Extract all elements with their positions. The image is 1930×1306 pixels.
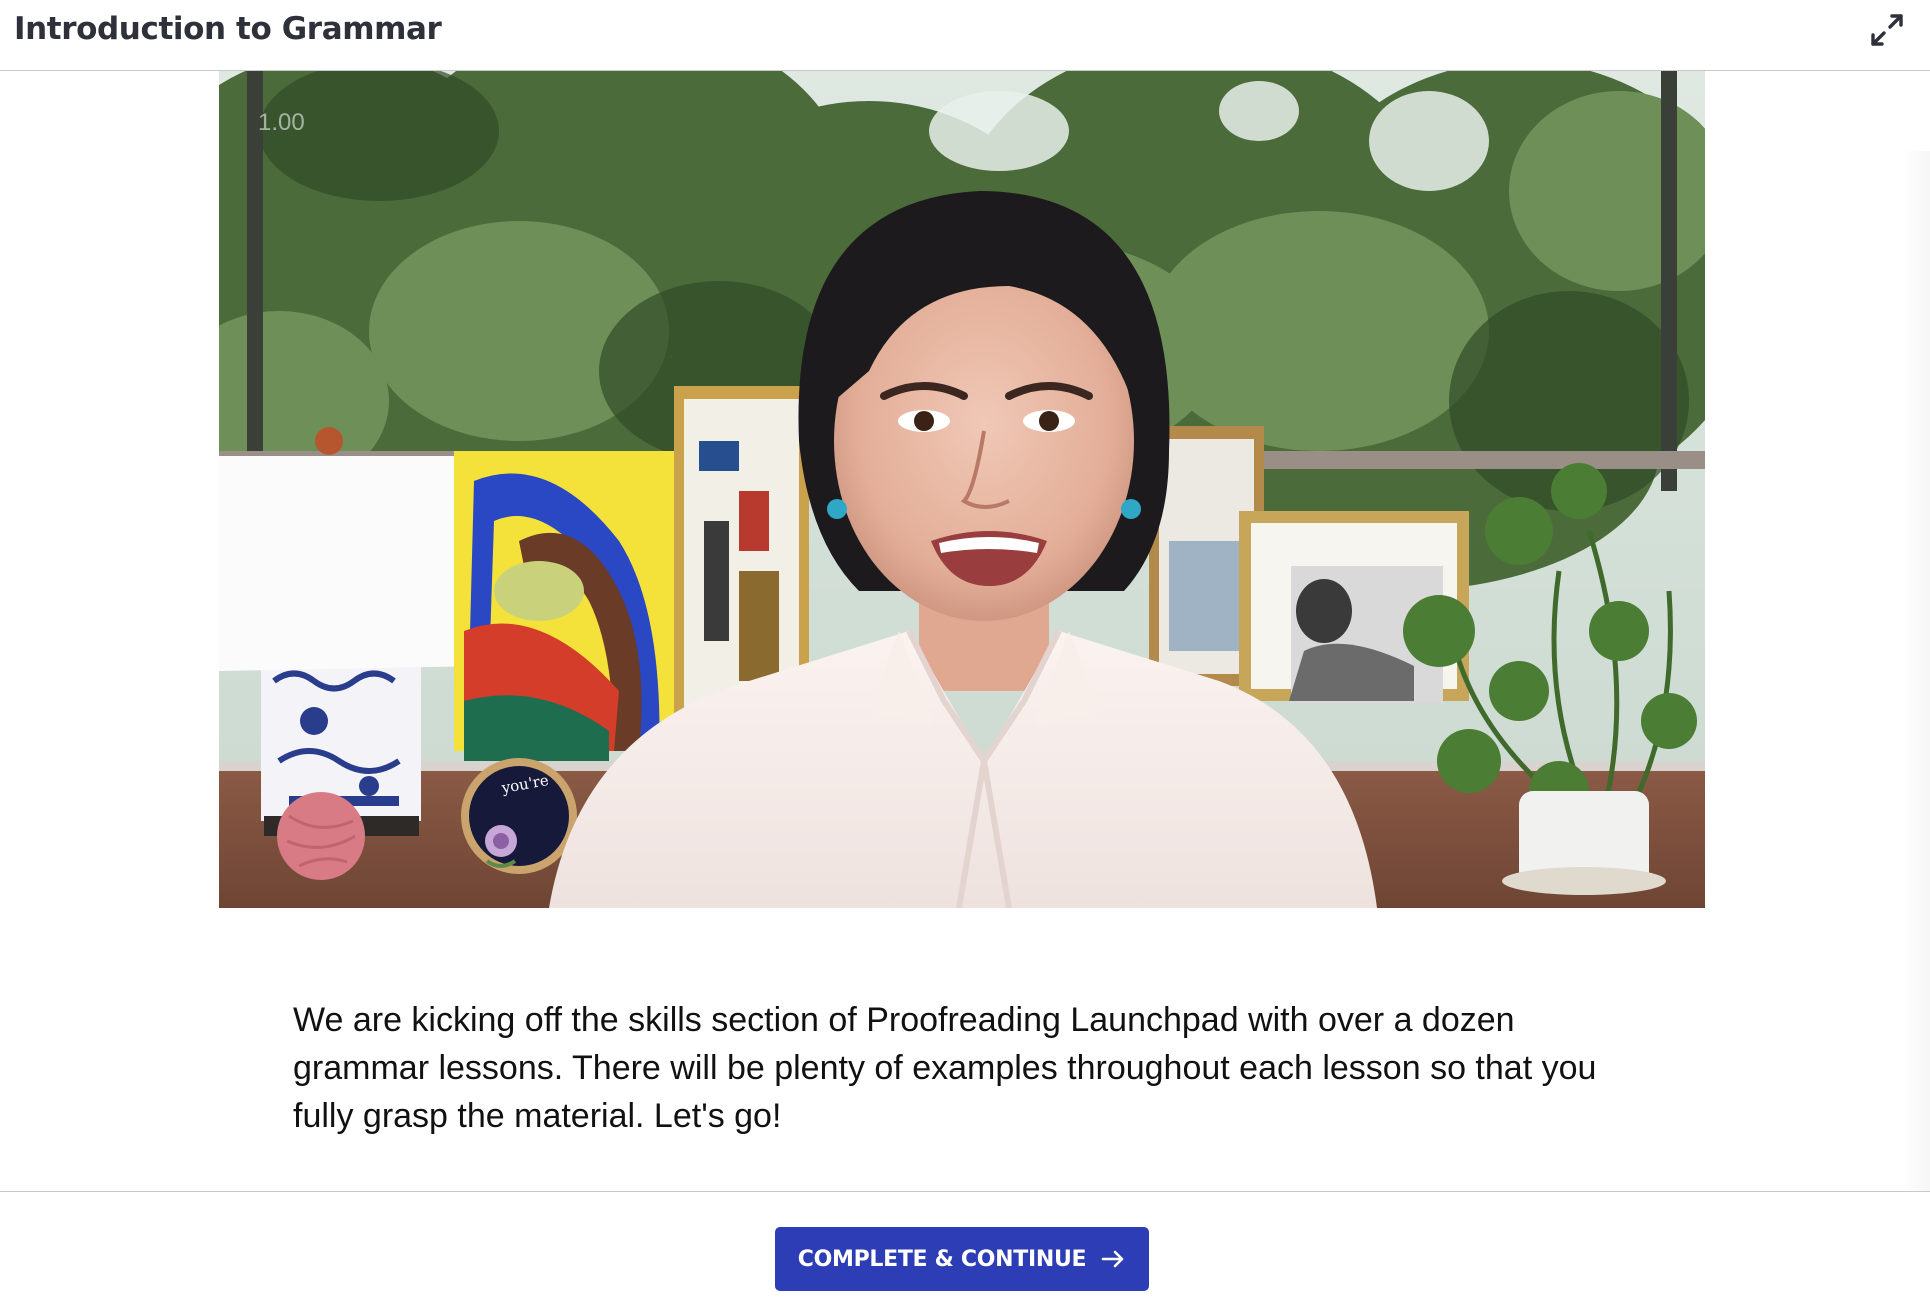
lesson-footer: COMPLETE & CONTINUE <box>0 1191 1930 1306</box>
lesson-header: Introduction to Grammar <box>0 0 1930 71</box>
lesson-content: you're 1.00 We are kicking off the skill… <box>0 71 1930 1191</box>
lesson-title: Introduction to Grammar <box>14 11 442 47</box>
lesson-description: We are kicking off the skills section of… <box>293 1001 1597 1135</box>
arrow-right-icon <box>1101 1250 1124 1268</box>
video-player[interactable]: you're 1.00 <box>219 71 1705 908</box>
video-frame: you're <box>219 71 1705 908</box>
expand-button[interactable] <box>1868 11 1906 49</box>
scroll-shadow <box>1902 151 1930 1191</box>
complete-continue-button[interactable]: COMPLETE & CONTINUE <box>775 1227 1149 1291</box>
complete-continue-label: COMPLETE & CONTINUE <box>797 1246 1087 1272</box>
expand-arrows-icon <box>1871 14 1903 46</box>
playback-speed[interactable]: 1.00 <box>258 109 305 137</box>
